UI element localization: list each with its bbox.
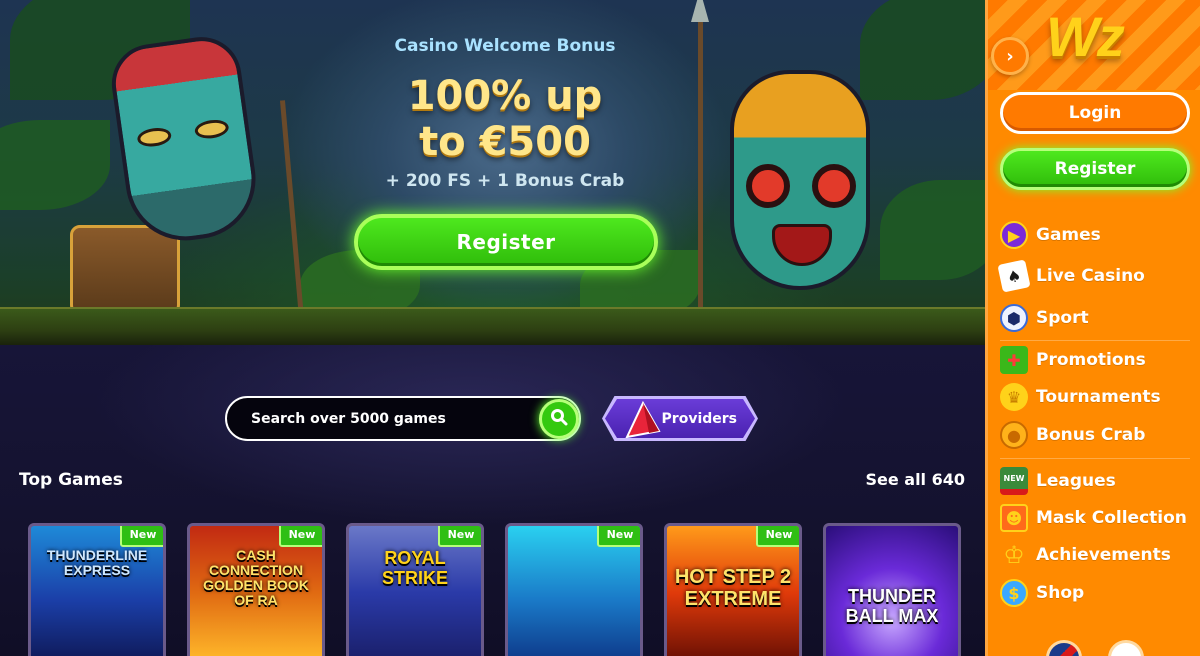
sidebar-item-label: Leagues (1036, 471, 1116, 491)
sidebar-item-live-casino[interactable]: ♠ Live Casino (997, 259, 1145, 293)
jungle-leaf-decoration (880, 180, 985, 280)
new-badge: New (120, 526, 163, 547)
sidebar-item-label: Promotions (1036, 350, 1146, 370)
mask-mouth (772, 224, 832, 266)
mask-eye (136, 125, 173, 149)
game-title: CASH CONNECTION GOLDEN BOOK OF RA (203, 547, 309, 608)
sidebar-item-achievements[interactable]: ♔ Achievements (1000, 539, 1171, 571)
crown-icon: ♔ (1003, 541, 1025, 569)
game-title: THUNDER BALL MAX (845, 586, 939, 626)
providers-label: Providers (661, 410, 737, 427)
trophy-icon: ♛ (1000, 383, 1028, 411)
soccer-ball-icon: ⬢ (1000, 304, 1028, 332)
top-games-list: THUNDERLINE EXPRESS New CASH CONNECTION … (28, 523, 961, 656)
hero-amount-line2: to €500 (419, 119, 591, 165)
sidebar-item-sport[interactable]: ⬢ Sport (1000, 302, 1089, 334)
sidebar-item-shop[interactable]: $ Shop (1000, 577, 1084, 609)
tiki-mask-character-left (106, 31, 264, 249)
login-button[interactable]: Login (1000, 92, 1190, 134)
sidebar-item-label: Achievements (1036, 545, 1171, 565)
language-option-icon[interactable] (1108, 640, 1144, 656)
new-badge: New (279, 526, 322, 547)
game-card[interactable]: HOT STEP 2 EXTREME New (664, 523, 802, 656)
brand-logo[interactable]: Wz (1046, 4, 1125, 69)
shop-icon: $ (1000, 579, 1028, 607)
sidebar-divider (1000, 458, 1190, 459)
mask-eye (746, 164, 790, 208)
sidebar-item-label: Games (1036, 225, 1101, 245)
game-card[interactable]: THUNDER BALL MAX (823, 523, 961, 656)
coin-icon: ● (1000, 421, 1028, 449)
new-badge: New (756, 526, 799, 547)
mask-eye (193, 117, 230, 141)
leagues-icon: NEW (1000, 467, 1028, 495)
hero-register-button[interactable]: Register (354, 214, 658, 270)
spear-illustration (691, 0, 709, 320)
game-card[interactable]: ROYAL STRIKE New (346, 523, 484, 656)
treasure-chest-illustration (70, 225, 180, 315)
game-title: ROYAL STRIKE (381, 548, 448, 588)
game-card[interactable]: New (505, 523, 643, 656)
sidebar-item-games[interactable]: ▶ Games (1000, 219, 1101, 251)
game-card[interactable]: THUNDERLINE EXPRESS New (28, 523, 166, 656)
hero-banner: Casino Welcome Bonus 100% up to €500 + 2… (0, 0, 985, 345)
search-button[interactable] (539, 399, 579, 439)
sidebar-item-label: Bonus Crab (1036, 425, 1146, 445)
jungle-leaf-decoration (0, 120, 110, 210)
sidebar-divider (1000, 340, 1190, 341)
search-input[interactable] (251, 410, 521, 427)
providers-icon (621, 400, 663, 438)
game-title: HOT STEP 2 EXTREME (674, 566, 792, 610)
jungle-ground (0, 307, 985, 345)
new-badge: New (438, 526, 481, 547)
sidebar-item-label: Tournaments (1036, 387, 1161, 407)
sidebar-item-label: Sport (1036, 308, 1089, 328)
hero-subtitle: Casino Welcome Bonus (394, 36, 616, 56)
see-all-link[interactable]: See all 640 (865, 470, 965, 489)
hero-extra-offer: + 200 FS + 1 Bonus Crab (385, 171, 625, 191)
sidebar-item-label: Shop (1036, 583, 1085, 603)
gift-icon: ✚ (1000, 346, 1028, 374)
register-button[interactable]: Register (1000, 148, 1190, 190)
tiki-mask-character-right (730, 70, 870, 290)
sidebar-item-promotions[interactable]: ✚ Promotions (1000, 344, 1146, 376)
providers-button[interactable]: Providers (602, 396, 758, 441)
top-games-title: Top Games (19, 470, 123, 490)
new-badge: New (597, 526, 640, 547)
sidebar-item-label: Mask Collection (1036, 508, 1187, 528)
sidebar-item-tournaments[interactable]: ♛ Tournaments (1000, 381, 1161, 413)
chevron-right-icon: › (1006, 45, 1014, 67)
search-bar (225, 396, 581, 441)
search-icon (550, 408, 568, 430)
play-icon: ▶ (1000, 221, 1028, 249)
sidebar-item-label: Live Casino (1036, 266, 1145, 286)
cards-icon: ♠ (997, 259, 1031, 293)
language-flag-icon[interactable] (1046, 640, 1082, 656)
mask-eye (812, 164, 856, 208)
sidebar-toggle-button[interactable]: › (991, 37, 1029, 75)
hero-bonus-amount: 100% up to €500 (300, 73, 710, 165)
jungle-leaf-decoration (860, 0, 985, 100)
game-title: THUNDERLINE EXPRESS (46, 547, 148, 578)
mask-icon: ☻ (1000, 504, 1028, 532)
hero-amount-line1: 100% up (407, 73, 603, 119)
main-content: Providers Top Games See all 640 THUNDERL… (0, 345, 985, 656)
sidebar: Wz › Login Register ▶ Games ♠ Live Casin… (985, 0, 1200, 656)
game-card[interactable]: CASH CONNECTION GOLDEN BOOK OF RA New (187, 523, 325, 656)
sidebar-item-mask-collection[interactable]: ☻ Mask Collection (1000, 502, 1187, 534)
sidebar-item-bonus-crab[interactable]: ● Bonus Crab (1000, 419, 1145, 451)
sidebar-item-leagues[interactable]: NEW Leagues (1000, 465, 1116, 497)
